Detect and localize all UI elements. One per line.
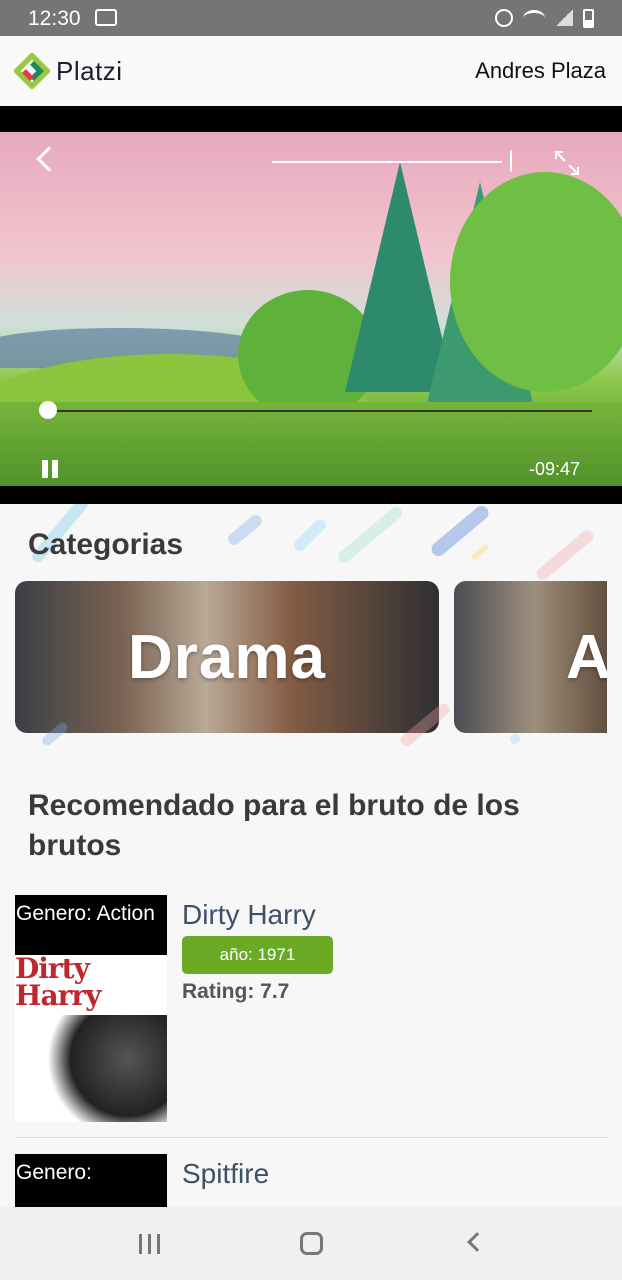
movie-genre: Genero: — [15, 1154, 167, 1207]
seek-bar[interactable] — [48, 410, 592, 412]
poster-title-art: Dirty Harry — [15, 952, 101, 1012]
decor-stripe — [291, 516, 329, 554]
video-player[interactable]: -09:47 — [0, 106, 622, 504]
movie-item[interactable]: Genero: Spitfire — [15, 1154, 607, 1207]
system-nav-bar — [0, 1207, 622, 1280]
status-bar: 12:30 — [0, 0, 622, 36]
movie-poster[interactable]: Genero: — [15, 1154, 167, 1207]
mute-icon — [495, 9, 513, 27]
decor-stripe — [534, 527, 596, 583]
recommended-title: Recomendado para el bruto de los brutos — [28, 789, 520, 862]
movie-title[interactable]: Dirty Harry — [182, 899, 316, 931]
video-frame — [0, 132, 622, 486]
time-remaining: -09:47 — [528, 459, 580, 479]
brand-name: Platzi — [56, 55, 123, 86]
content-area: Categorias Drama A Recomendado para el b… — [0, 504, 622, 1207]
decor-stripe — [470, 543, 490, 561]
categories-carousel[interactable]: Drama A — [15, 581, 607, 733]
movie-title[interactable]: Spitfire — [182, 1158, 269, 1190]
categories-title: Categorias — [28, 528, 184, 561]
decor-stripe — [510, 734, 520, 744]
battery-icon — [583, 8, 594, 28]
status-icons — [495, 7, 594, 29]
movie-genre: Genero: Action — [15, 895, 167, 955]
signal-icon — [555, 10, 573, 26]
voicemail-icon — [95, 9, 117, 26]
decor-stripe — [225, 512, 265, 548]
home-icon[interactable] — [300, 1232, 323, 1255]
category-card-drama[interactable]: Drama — [15, 581, 439, 733]
poster-figure — [35, 1015, 167, 1122]
wifi-icon — [523, 10, 545, 26]
back-icon[interactable] — [467, 1232, 487, 1252]
pause-icon[interactable] — [41, 460, 61, 478]
category-label: A — [566, 622, 607, 692]
list-divider — [15, 1137, 607, 1138]
category-card-next[interactable]: A — [454, 581, 607, 733]
category-label: Drama — [128, 622, 326, 692]
status-time: 12:30 — [28, 7, 81, 30]
year-badge: año: 1971 — [182, 936, 333, 974]
platzi-logo[interactable]: Platzi — [14, 53, 123, 89]
movie-rating: Rating: 7.7 — [182, 980, 290, 1003]
decor-stripe — [335, 504, 405, 566]
movie-item[interactable]: Genero: Action Dirty Harry Dirty Harry a… — [15, 895, 607, 1125]
platzi-logo-icon — [14, 53, 50, 89]
fullscreen-icon[interactable] — [554, 150, 580, 176]
app-header: Platzi Andres Plaza — [0, 36, 622, 106]
recents-icon[interactable] — [139, 1234, 161, 1254]
seek-thumb[interactable] — [39, 401, 57, 419]
volume-slider[interactable] — [272, 161, 502, 163]
movie-poster[interactable]: Genero: Action Dirty Harry — [15, 895, 167, 1122]
user-name[interactable]: Andres Plaza — [475, 58, 606, 84]
